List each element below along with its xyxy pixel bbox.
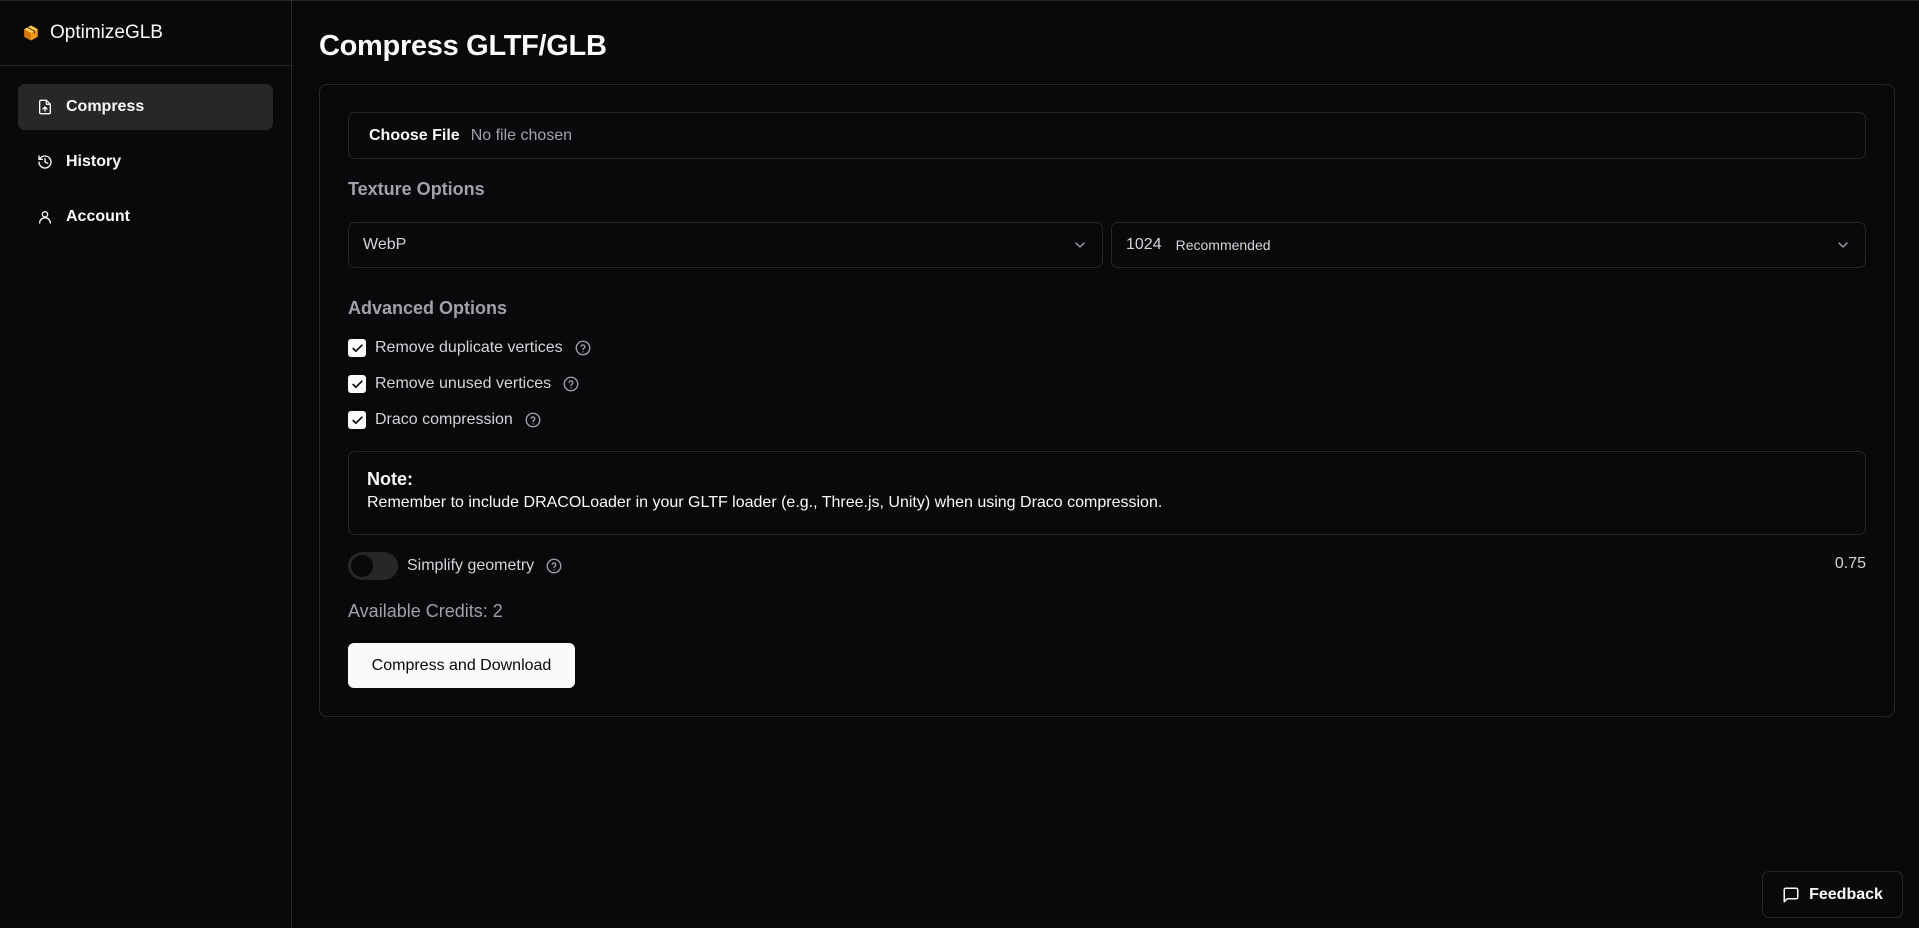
option-remove-duplicate-vertices: Remove duplicate vertices (348, 339, 592, 357)
check-icon (351, 415, 363, 424)
sidebar-item-account[interactable]: Account (18, 194, 273, 240)
sidebar-item-label: Compress (66, 98, 145, 115)
option-label: Remove duplicate vertices (375, 339, 563, 356)
help-circle-icon[interactable] (545, 557, 563, 575)
page-title: Compress GLTF/GLB (319, 30, 607, 62)
sidebar-item-compress[interactable]: Compress (18, 84, 273, 130)
option-label: Draco compression (375, 411, 513, 428)
texture-size-value: 1024 (1126, 236, 1162, 253)
texture-size-select[interactable]: 1024 Recommended (1111, 222, 1866, 268)
recommended-label: Recommended (1175, 237, 1271, 253)
compress-and-download-button[interactable]: Compress and Download (348, 643, 575, 688)
sidebar-item-label: Account (66, 208, 130, 225)
note-title: Note: (367, 469, 413, 489)
check-icon (351, 343, 363, 352)
sidebar-nav: Compress History Account (0, 66, 291, 258)
user-icon (36, 208, 54, 226)
sidebar-item-label: History (66, 153, 122, 170)
simplify-ratio-value: 0.75 (1834, 555, 1866, 572)
brand[interactable]: OptimizeGLB (0, 1, 291, 66)
checkbox-remove-unused-vertices[interactable] (348, 375, 366, 393)
option-draco-compression: Draco compression (348, 411, 542, 429)
chevron-down-icon (1072, 237, 1088, 253)
message-square-icon (1782, 886, 1800, 904)
note-body: Remember to include DRACOLoader in your … (367, 494, 1163, 511)
feedback-label: Feedback (1809, 885, 1883, 903)
checkbox-draco-compression[interactable] (348, 411, 366, 429)
texture-format-select[interactable]: WebP (348, 222, 1103, 268)
help-circle-icon[interactable] (562, 375, 580, 393)
main-content: Compress GLTF/GLB Choose File No file ch… (293, 1, 1919, 928)
checkbox-remove-duplicate-vertices[interactable] (348, 339, 366, 357)
feedback-button[interactable]: Feedback (1762, 871, 1903, 918)
check-icon (351, 379, 363, 388)
option-remove-unused-vertices: Remove unused vertices (348, 375, 580, 393)
file-upload-icon (36, 98, 54, 116)
help-circle-icon[interactable] (524, 411, 542, 429)
sidebar: OptimizeGLB Compress History Account (0, 1, 292, 928)
texture-format-value: WebP (363, 236, 407, 253)
brand-name: OptimizeGLB (50, 22, 163, 43)
toggle-knob (351, 555, 373, 577)
draco-note: Note: Remember to include DRACOLoader in… (348, 451, 1866, 535)
advanced-options-heading: Advanced Options (348, 298, 508, 318)
simplify-geometry-label: Simplify geometry (407, 557, 535, 574)
file-status: No file chosen (470, 126, 573, 144)
sidebar-item-history[interactable]: History (18, 139, 273, 185)
choose-file-button[interactable]: Choose File (369, 127, 460, 145)
texture-options-heading: Texture Options (348, 179, 485, 199)
simplify-geometry-toggle[interactable] (348, 552, 398, 580)
file-input[interactable]: Choose File No file chosen (348, 112, 1866, 159)
history-icon (36, 153, 54, 171)
chevron-down-icon (1835, 237, 1851, 253)
simplify-geometry-row: Simplify geometry (348, 552, 563, 580)
option-label: Remove unused vertices (375, 375, 552, 392)
available-credits: Available Credits: 2 (348, 601, 503, 621)
package-icon (22, 24, 40, 42)
compress-card: Choose File No file chosen Texture Optio… (319, 84, 1895, 717)
help-circle-icon[interactable] (574, 339, 592, 357)
